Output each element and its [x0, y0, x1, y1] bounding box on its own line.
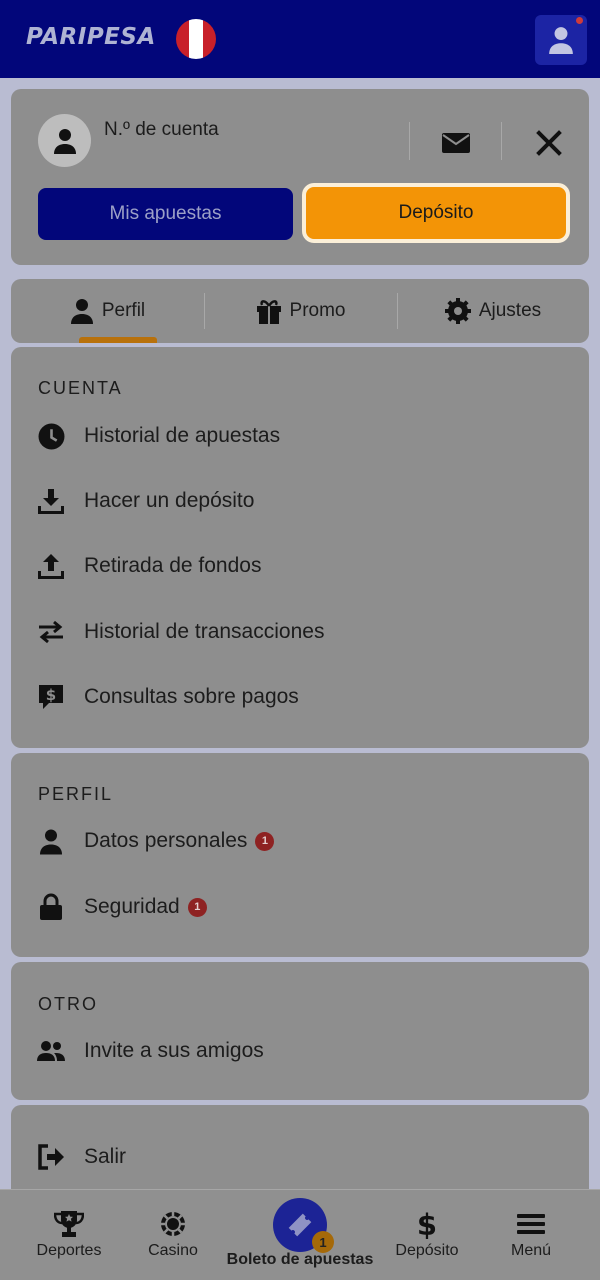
menu-item-seguridad[interactable]: Seguridad 1 [36, 887, 207, 927]
lock-icon [36, 892, 66, 922]
section-cuenta: CUENTA Historial de apuestas Hacer un de… [11, 347, 589, 748]
tab-label: Promo [289, 300, 346, 321]
tab-perfil[interactable]: Perfil [11, 279, 204, 343]
person-icon [36, 826, 66, 856]
menu-item-hacer-deposito[interactable]: Hacer un depósito [36, 481, 254, 521]
menu-item-historial-apuestas[interactable]: Historial de apuestas [36, 416, 280, 456]
bet-slip-count-badge: 1 [312, 1231, 334, 1253]
avatar [38, 114, 91, 167]
tab-ajustes[interactable]: Ajustes [397, 279, 589, 343]
swap-arrows-icon [36, 617, 66, 647]
trophy-icon [54, 1210, 84, 1238]
nav-deportes[interactable]: Deportes [19, 1190, 119, 1280]
menu-item-salir[interactable]: Salir [36, 1137, 126, 1177]
section-otro: OTRO Invite a sus amigos [11, 962, 589, 1100]
section-title: OTRO [38, 994, 98, 1014]
active-tab-indicator [79, 337, 157, 343]
menu-item-retirada-fondos[interactable]: Retirada de fondos [36, 546, 261, 586]
account-number-label: N.º de cuenta [104, 119, 219, 140]
my-bets-button[interactable]: Mis apuestas [38, 188, 293, 240]
envelope-icon [442, 133, 470, 153]
section-title: CUENTA [38, 378, 123, 398]
upload-tray-icon [36, 551, 66, 581]
person-icon [53, 128, 76, 154]
country-flag-icon[interactable] [176, 19, 216, 59]
account-card: N.º de cuenta Mis apuestas Depósito [11, 89, 589, 265]
menu-item-historial-transacciones[interactable]: Historial de transacciones [36, 612, 324, 652]
svg-text:$: $ [417, 1209, 437, 1239]
menu-item-consultas-pagos[interactable]: $ Consultas sobre pagos [36, 677, 299, 717]
dollar-icon: $ [416, 1209, 438, 1239]
brand-logo[interactable]: PARIPESA [26, 24, 156, 50]
divider [409, 122, 410, 160]
gift-icon [256, 300, 281, 324]
messages-button[interactable] [426, 125, 486, 161]
menu-item-invite-amigos[interactable]: Invite a sus amigos [36, 1031, 264, 1071]
nav-menu[interactable]: Menú [484, 1190, 578, 1280]
dollar-chat-icon: $ [36, 682, 66, 712]
svg-text:$: $ [46, 686, 56, 704]
section-title: PERFIL [38, 784, 114, 804]
deposit-button[interactable]: Depósito [302, 183, 570, 243]
person-icon [549, 27, 573, 54]
logout-icon [36, 1142, 66, 1172]
menu-item-datos-personales[interactable]: Datos personales 1 [36, 821, 275, 861]
nav-casino[interactable]: Casino [123, 1190, 223, 1280]
notification-badge: 1 [255, 831, 275, 851]
casino-chip-icon [160, 1210, 186, 1238]
hamburger-icon [516, 1210, 546, 1238]
nav-deposito[interactable]: $ Depósito [380, 1190, 474, 1280]
section-perfil: PERFIL Datos personales 1 Seguridad 1 [11, 753, 589, 957]
profile-button[interactable] [535, 15, 587, 65]
person-icon [70, 299, 93, 324]
tab-promo[interactable]: Promo [204, 279, 397, 343]
tab-label: Perfil [101, 300, 146, 321]
notification-dot [576, 17, 583, 24]
gear-icon [444, 298, 471, 324]
profile-tabs: Perfil Promo Ajustes [11, 279, 589, 343]
top-bar: PARIPESA [0, 0, 600, 78]
close-button[interactable] [525, 123, 573, 163]
close-icon [536, 130, 562, 156]
tab-label: Ajustes [478, 300, 542, 321]
bet-slip-label[interactable]: Boleto de apuestas [220, 1251, 380, 1269]
ticket-icon [288, 1213, 312, 1237]
download-tray-icon [36, 486, 66, 516]
people-icon [36, 1036, 66, 1066]
clock-icon [36, 421, 66, 451]
divider [501, 122, 502, 160]
notification-badge: 1 [187, 897, 207, 917]
